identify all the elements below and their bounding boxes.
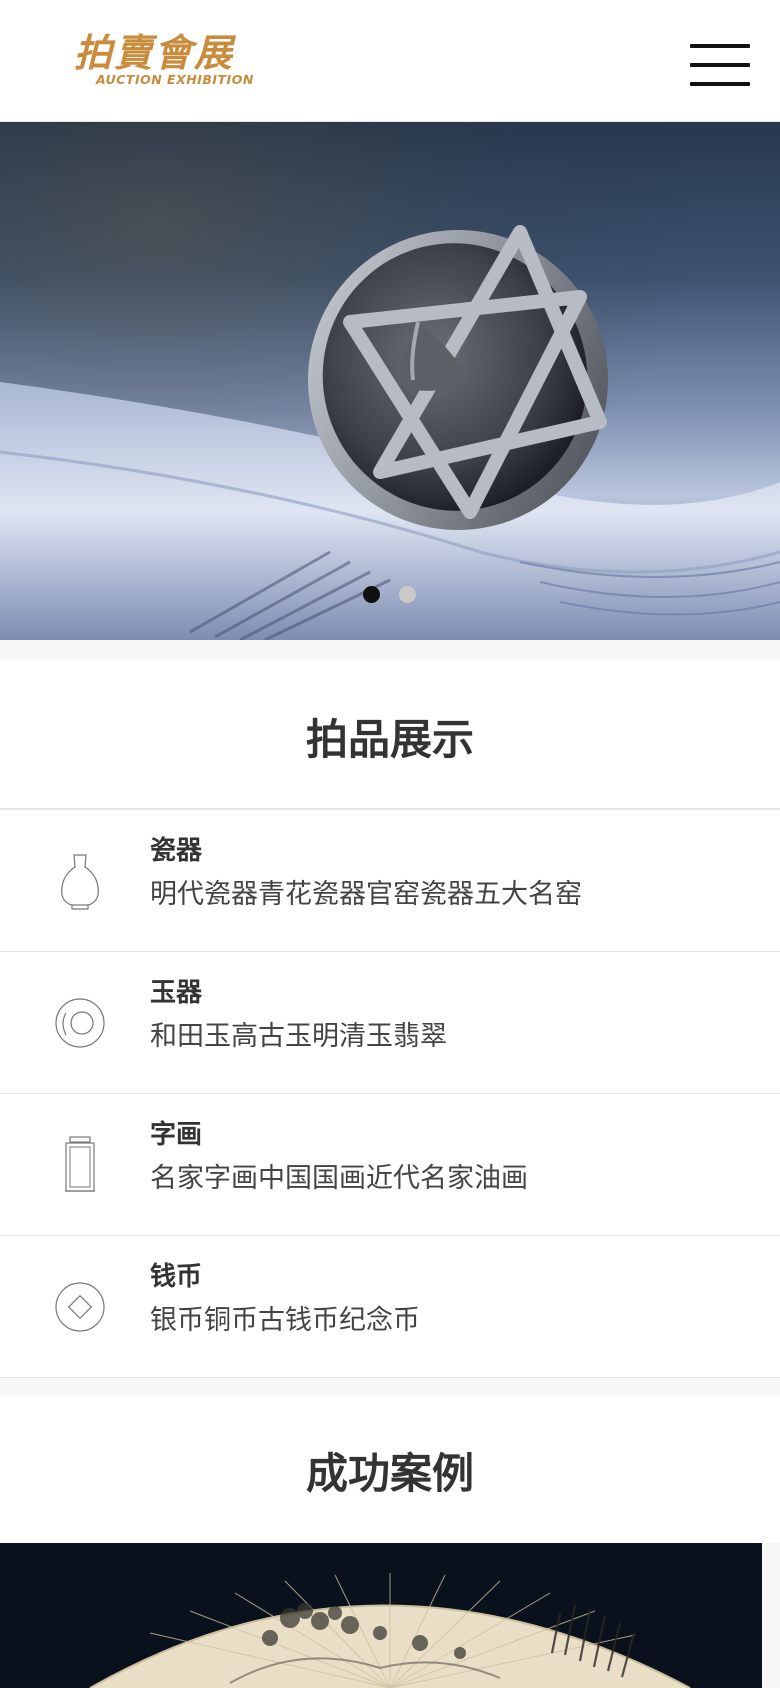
jade-disc-icon [55,998,105,1048]
category-item-jade[interactable]: 玉器 和田玉高古玉明清玉翡翠 [0,952,780,1094]
category-item-calligraphy[interactable]: 字画 名家字画中国国画近代名家油画 [0,1094,780,1236]
category-list: 瓷器 明代瓷器青花瓷器官窑瓷器五大名窑 玉器 和田玉高古玉明清玉翡翠 字画 名家… [0,808,780,1378]
logo-english-text: AUCTION EXHIBITION [96,72,254,87]
fan-painting-image [89,1573,691,1688]
category-item-porcelain[interactable]: 瓷器 明代瓷器青花瓷器官窑瓷器五大名窑 [0,810,780,952]
vase-icon [61,854,99,910]
hamburger-menu-icon[interactable] [690,42,752,88]
category-name: 字画 [150,1120,203,1150]
banner-carousel[interactable] [0,122,780,640]
menu-bar-middle [690,63,750,67]
category-description: 名家字画中国国画近代名家油画 [150,1163,528,1194]
banner-image [0,122,780,640]
menu-bar-top [690,44,750,48]
scroll-icon [65,1136,95,1192]
case-image-fan-painting[interactable] [0,1543,762,1688]
category-name: 钱币 [150,1262,203,1292]
logo-chinese-text: 拍賣會展 [74,30,235,75]
carousel-dot-1[interactable] [363,586,380,603]
category-name: 玉器 [150,978,203,1008]
site-logo[interactable]: 拍賣會展 AUCTION EXHIBITION [74,22,253,92]
showcase-title: 拍品展示 [305,715,474,764]
category-name: 瓷器 [150,836,203,866]
category-description: 明代瓷器青花瓷器官窑瓷器五大名窑 [150,879,582,910]
category-item-coins[interactable]: 钱币 银币铜币古钱币纪念币 [0,1236,780,1378]
category-description: 和田玉高古玉明清玉翡翠 [150,1021,447,1052]
site-header: 拍賣會展 AUCTION EXHIBITION [0,0,780,122]
carousel-pagination [362,586,422,606]
carousel-dot-2[interactable] [399,586,416,603]
cases-title: 成功案例 [305,1449,474,1498]
cases-section-header: 成功案例 [0,1396,780,1543]
showcase-section-header: 拍品展示 [0,660,780,808]
menu-bar-bottom [690,82,750,86]
coin-icon [55,1282,105,1332]
category-description: 银币铜币古钱币纪念币 [150,1305,420,1336]
